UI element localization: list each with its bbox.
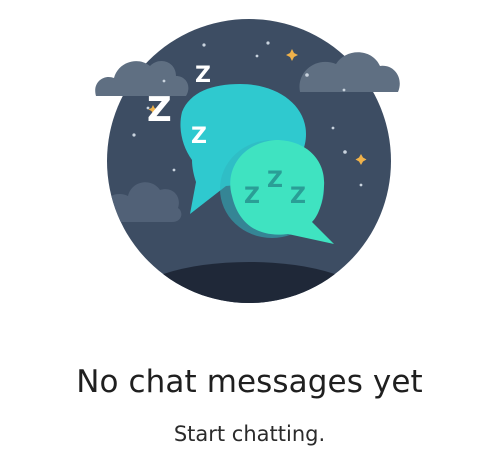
sleep-letter-small: Z (191, 124, 207, 149)
bubble-letter-2: Z (267, 168, 283, 193)
empty-state-title: No chat messages yet (76, 364, 423, 400)
empty-state-subtitle: Start chatting. (173, 422, 326, 446)
empty-chat-state: Z Z Z Z Z Z No chat messages yet Start c… (0, 0, 499, 466)
sleep-letter-medium: Z (195, 63, 211, 88)
bubble-letter-1: Z (244, 184, 260, 209)
bubble-letter-3: Z (290, 184, 306, 209)
sleep-letter-large: Z (147, 90, 172, 130)
sleeping-chat-bubbles-icon: Z Z Z Z Z Z (95, 19, 400, 303)
